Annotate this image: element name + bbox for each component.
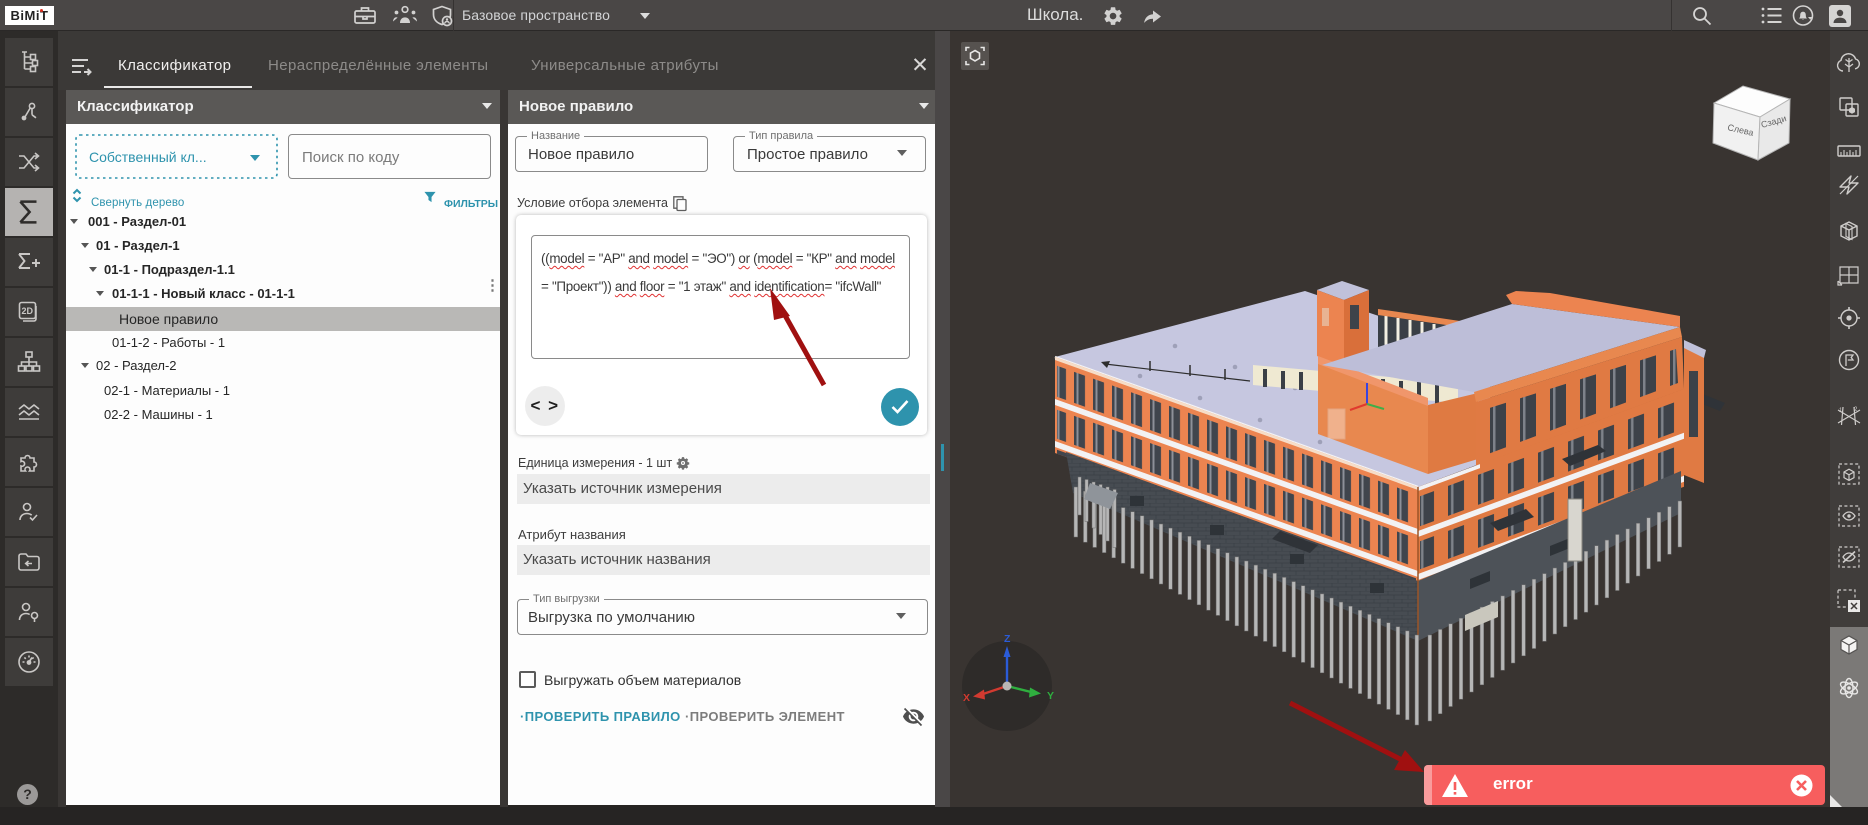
svg-text:X: X <box>963 692 970 704</box>
svg-text:Z: Z <box>1004 633 1011 645</box>
svg-text:2D: 2D <box>22 306 34 316</box>
svg-text:Y: Y <box>1047 690 1054 702</box>
